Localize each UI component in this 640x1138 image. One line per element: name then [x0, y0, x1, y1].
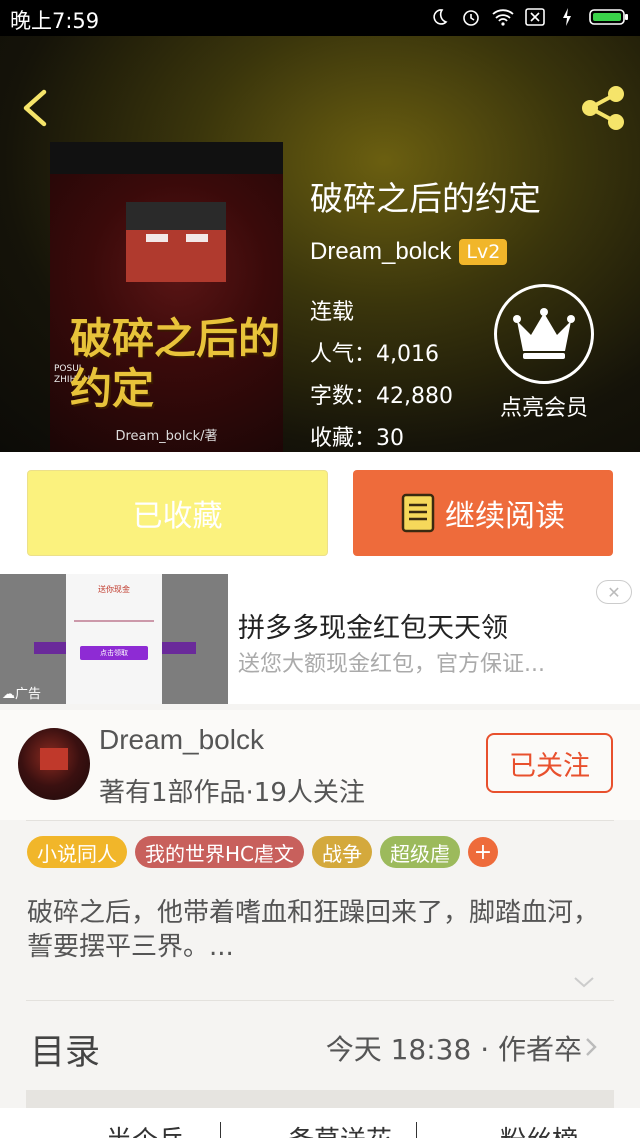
bottom-nav-item[interactable]: 备草送花 — [288, 1120, 392, 1138]
ad-image-title: 送你现金 — [98, 585, 130, 594]
author-card: Dream_bolck 著有1部作品·19人关注 已关注 — [0, 710, 640, 820]
ad-description: 送您大额现金红包，官方保证... — [238, 652, 545, 677]
chevron-right-icon — [586, 1038, 597, 1056]
ad-banner[interactable]: 送你现金 点击领取 ☁广告 拼多多现金红包天天领 送您大额现金红包，官方保证..… — [0, 574, 640, 704]
collected-button[interactable]: 已收藏 — [27, 470, 328, 556]
action-bar: 已收藏 继续阅读 — [0, 452, 640, 574]
book-status: 连载 — [310, 300, 355, 325]
book-header: POSUI ZHIHOU 破碎之后的约定 Dream_bolck/著 破碎之后的… — [0, 36, 640, 452]
expand-description-button[interactable] — [572, 972, 596, 992]
continue-reading-label: 继续阅读 — [445, 499, 565, 534]
cover-author: Dream_bolck/著 — [115, 429, 218, 444]
share-button[interactable] — [578, 82, 630, 134]
avatar[interactable] — [18, 728, 90, 800]
author-name[interactable]: Dream_bolck — [310, 238, 451, 266]
ad-image: 送你现金 点击领取 ☁广告 — [0, 574, 228, 704]
ad-close-button[interactable]: ✕ — [596, 580, 632, 604]
divider — [26, 1000, 614, 1001]
book-description: 破碎之后，他带着嗜血和狂躁回来了，脚踏血河，誓要摆平三界。... — [27, 898, 600, 962]
chevron-down-icon — [574, 977, 594, 988]
toc-latest-update[interactable]: 今天 18:38 · 作者卒 — [326, 1028, 582, 1068]
add-tag-button[interactable]: + — [468, 837, 499, 867]
author-card-name[interactable]: Dream_bolck — [99, 724, 264, 756]
moon-icon — [428, 6, 450, 28]
author-card-stats: 著有1部作品·19人关注 — [99, 778, 365, 808]
section-separator — [26, 1090, 614, 1108]
toc-open-button[interactable] — [584, 1036, 598, 1058]
battery-icon — [588, 6, 630, 28]
book-word-count: 字数：42,880 — [310, 384, 453, 409]
book-icon — [401, 493, 435, 533]
ad-tag: ☁广告 — [2, 687, 42, 702]
charging-icon — [556, 6, 578, 28]
status-time: 晚上7:59 — [10, 9, 100, 33]
author-row: Dream_bolck Lv2 — [310, 238, 508, 266]
tag-item[interactable]: 超级虐 — [380, 836, 461, 868]
ad-image-button: 点击领取 — [100, 649, 128, 657]
divider — [26, 820, 614, 821]
tag-item[interactable]: 战争 — [312, 836, 373, 868]
level-badge: Lv2 — [459, 239, 508, 265]
tag-item[interactable]: 小说同人 — [27, 836, 127, 868]
status-bar: 晚上7:59 — [0, 0, 640, 36]
vip-button[interactable]: 点亮会员 — [492, 284, 596, 422]
crown-icon — [513, 308, 575, 359]
chevron-left-icon — [23, 89, 47, 127]
bottom-nav-item[interactable]: 粉丝榜 — [500, 1120, 578, 1138]
tag-item[interactable]: 我的世界HC虐文 — [135, 836, 305, 868]
book-cover[interactable]: POSUI ZHIHOU 破碎之后的约定 Dream_bolck/著 — [50, 142, 283, 452]
bottom-nav-item[interactable]: 半个兵 — [106, 1120, 184, 1138]
toc-title[interactable]: 目录 — [30, 1024, 100, 1075]
back-button[interactable] — [14, 86, 58, 130]
sim-off-icon — [524, 6, 546, 28]
close-icon: ✕ — [607, 582, 621, 602]
book-title: 破碎之后的约定 — [310, 179, 541, 218]
book-favorites: 收藏：30 — [310, 426, 404, 451]
cover-title: 破碎之后的约定 — [70, 314, 281, 413]
continue-reading-button[interactable]: 继续阅读 — [353, 470, 613, 556]
wifi-icon — [492, 6, 514, 28]
share-icon — [582, 86, 624, 130]
alarm-icon — [460, 6, 482, 28]
vip-label: 点亮会员 — [499, 396, 588, 421]
follow-button[interactable]: 已关注 — [486, 733, 613, 793]
ad-title: 拼多多现金红包天天领 — [238, 613, 508, 644]
book-popularity: 人气：4,016 — [310, 342, 439, 367]
status-icons — [428, 6, 630, 28]
bottom-action-bar: 半个兵 备草送花 粉丝榜 — [0, 1108, 640, 1138]
tag-list: 小说同人 我的世界HC虐文 战争 超级虐 + — [27, 836, 499, 868]
